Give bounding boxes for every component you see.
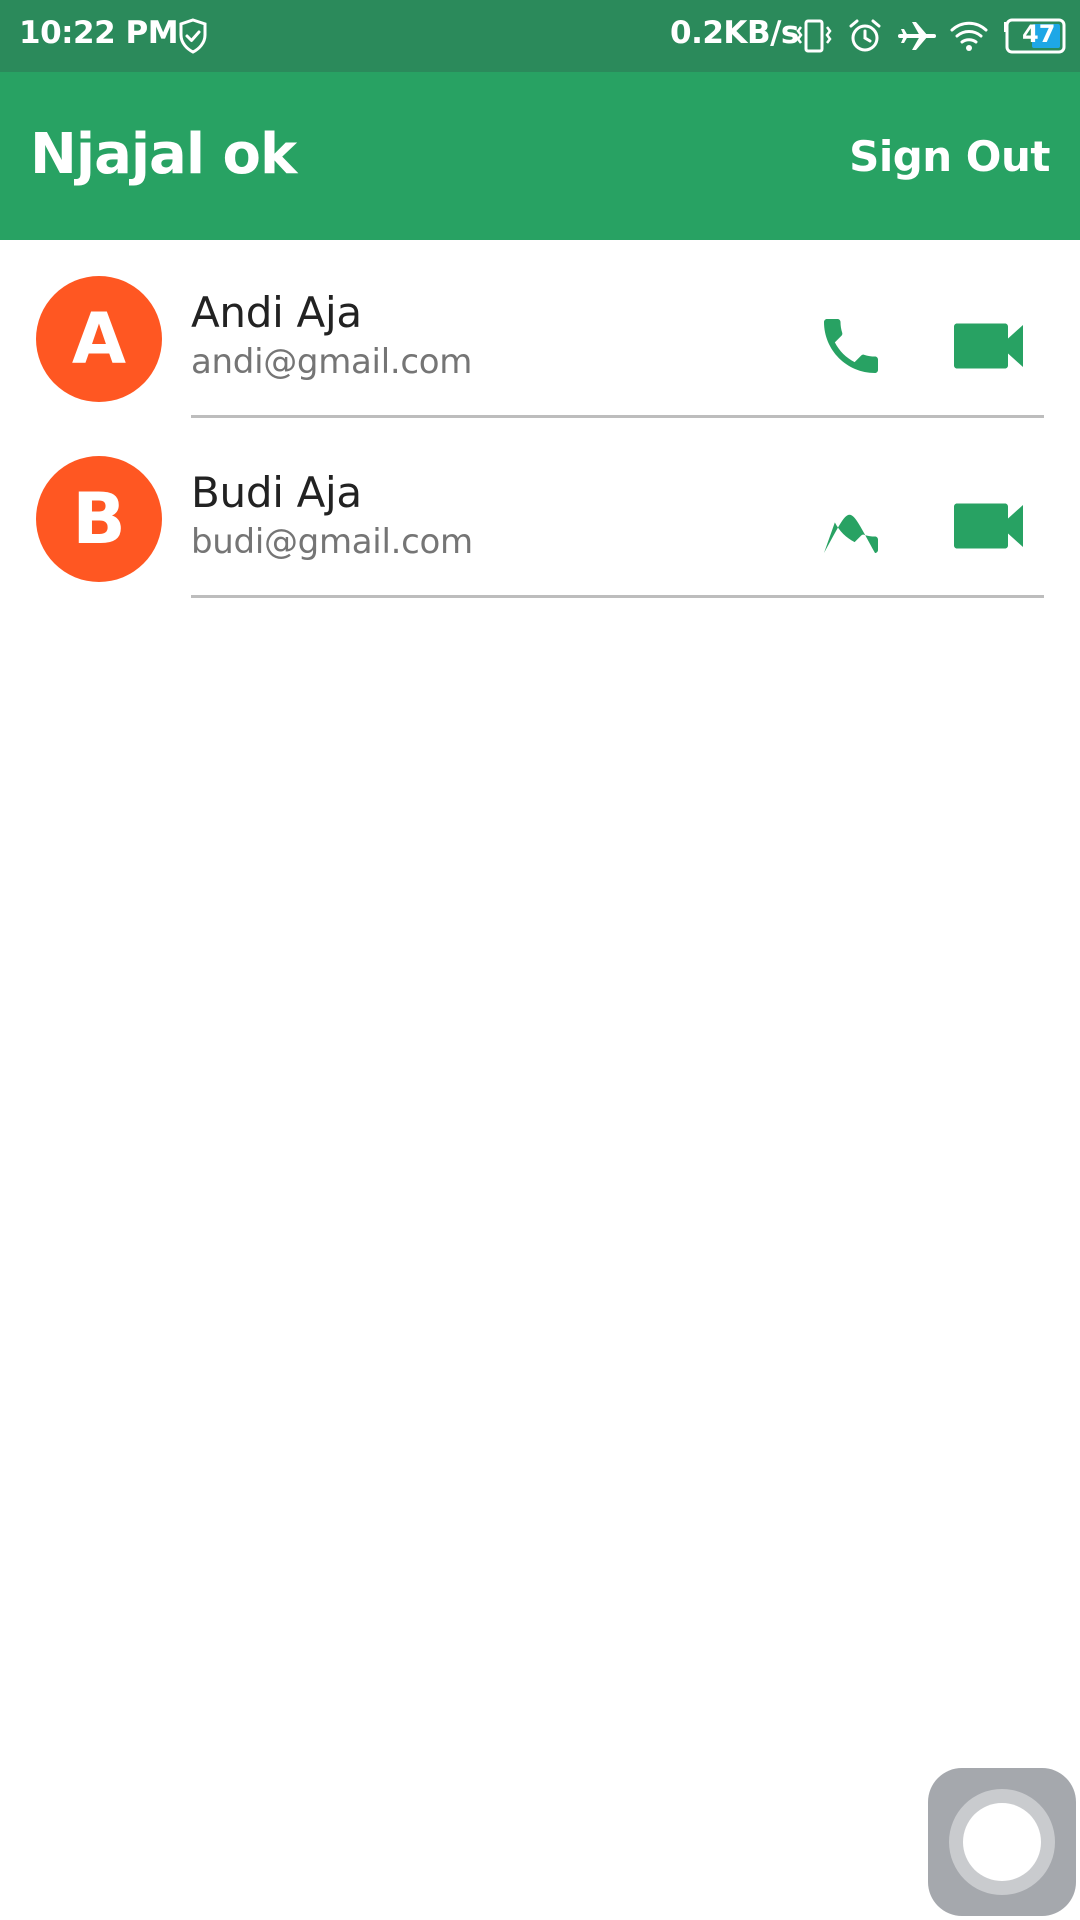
vibrate-icon — [796, 19, 832, 53]
contact-email: budi@gmail.com — [191, 522, 473, 562]
shield-check-icon — [179, 18, 207, 54]
contact-name: Budi Aja — [191, 468, 362, 517]
list-item[interactable]: A Andi Aja andi@gmail.com — [0, 240, 1080, 420]
phone-icon[interactable] — [815, 310, 887, 382]
status-time: 10:22 PM — [19, 15, 179, 51]
network-speed: 0.2KB/s — [670, 15, 799, 51]
alarm-icon — [849, 19, 881, 52]
airplane-icon — [898, 22, 936, 50]
video-camera-icon[interactable] — [950, 310, 1030, 382]
phone-icon[interactable] — [815, 490, 887, 562]
app-bar: Njajal ok Sign Out — [0, 72, 1080, 240]
battery-icon: 47 — [1002, 18, 1066, 54]
status-bar: 10:22 PM 0.2KB/s 47 — [0, 0, 1080, 72]
battery-level: 47 — [1022, 20, 1056, 48]
contact-name: Andi Aja — [191, 288, 362, 337]
video-camera-icon[interactable] — [950, 490, 1030, 562]
sign-out-button[interactable]: Sign Out — [849, 132, 1050, 181]
list-item[interactable]: B Budi Aja budi@gmail.com — [0, 420, 1080, 600]
avatar: B — [36, 456, 162, 582]
contact-email: andi@gmail.com — [191, 342, 473, 382]
contact-list: A Andi Aja andi@gmail.com B Budi Aja bud… — [0, 240, 1080, 600]
divider — [191, 415, 1044, 418]
app-title: Njajal ok — [30, 122, 297, 187]
assistive-touch-button[interactable] — [928, 1768, 1076, 1916]
wifi-icon — [950, 21, 988, 51]
divider — [191, 595, 1044, 598]
avatar: A — [36, 276, 162, 402]
assistive-touch-core — [963, 1803, 1041, 1881]
